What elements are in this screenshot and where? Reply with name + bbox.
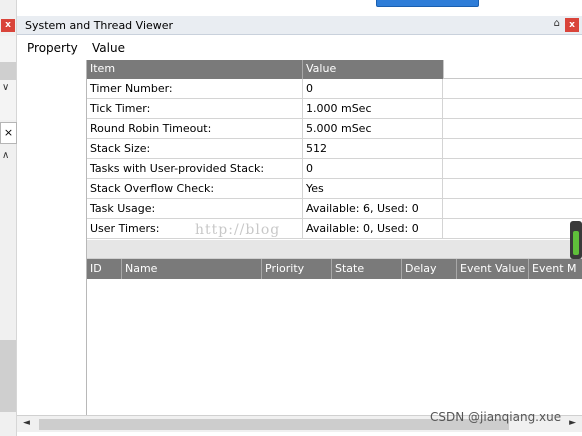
table-row[interactable]: Round Robin Timeout: 5.000 mSec — [87, 119, 582, 139]
tab-close-icon[interactable]: × — [0, 122, 17, 144]
row-item: Round Robin Timeout: — [87, 119, 303, 138]
row-value: 5.000 mSec — [303, 119, 443, 138]
level-indicator-fill — [573, 231, 579, 255]
level-indicator — [570, 221, 582, 259]
window-title: System and Thread Viewer — [25, 19, 174, 32]
row-item: Timer Number: — [87, 79, 303, 98]
row-item: User Timers: — [87, 219, 303, 238]
column-header-id[interactable]: ID — [87, 259, 122, 279]
task-grid-header: ID Name Priority State Delay Event Value… — [87, 259, 582, 279]
system-info-grid: Item Value Timer Number: 0 Tick Timer: 1… — [87, 60, 582, 239]
dock-tab[interactable] — [0, 62, 16, 80]
dock-scroll-thumb[interactable] — [0, 340, 16, 412]
table-row[interactable]: Tick Timer: 1.000 mSec — [87, 99, 582, 119]
column-header-event-mask[interactable]: Event M — [529, 259, 582, 279]
row-value: 512 — [303, 139, 443, 158]
task-grid-body — [87, 279, 582, 415]
scroll-left-icon[interactable]: ◄ — [23, 418, 30, 428]
column-header-value[interactable]: Value — [92, 41, 125, 55]
property-value-header: Property Value — [17, 36, 582, 60]
row-value: Available: 6, Used: 0 — [303, 199, 443, 218]
column-header-delay[interactable]: Delay — [402, 259, 457, 279]
grid-header: Item Value — [87, 60, 582, 79]
row-value: 0 — [303, 159, 443, 178]
row-value: 0 — [303, 79, 443, 98]
table-row[interactable]: Tasks with User-provided Stack: 0 — [87, 159, 582, 179]
scroll-right-icon[interactable]: ► — [569, 418, 576, 428]
grid-header-item[interactable]: Item — [87, 60, 303, 79]
table-row[interactable]: Timer Number: 0 — [87, 79, 582, 99]
property-column-area — [17, 60, 87, 416]
close-icon[interactable]: x — [1, 19, 15, 32]
row-item: Tick Timer: — [87, 99, 303, 118]
column-header-property[interactable]: Property — [27, 41, 78, 55]
column-header-name[interactable]: Name — [122, 259, 262, 279]
chevron-up-icon[interactable]: ∧ — [2, 150, 9, 161]
row-item: Stack Overflow Check: — [87, 179, 303, 198]
csdn-watermark: CSDN @jianqiang.xue — [430, 410, 562, 424]
left-dock-strip: x ∨ × ∧ — [0, 0, 17, 436]
row-item: Task Usage: — [87, 199, 303, 218]
chevron-down-icon[interactable]: ∨ — [2, 82, 9, 93]
table-row[interactable]: User Timers: Available: 0, Used: 0 — [87, 219, 582, 239]
toolbar-button[interactable] — [376, 0, 479, 7]
column-header-state[interactable]: State — [332, 259, 402, 279]
window-title-bar: System and Thread Viewer ⌂ x — [17, 16, 582, 35]
table-row[interactable]: Stack Overflow Check: Yes — [87, 179, 582, 199]
column-header-priority[interactable]: Priority — [262, 259, 332, 279]
table-row[interactable]: Task Usage: Available: 6, Used: 0 — [87, 199, 582, 219]
row-value: Available: 0, Used: 0 — [303, 219, 443, 238]
close-icon[interactable]: x — [565, 18, 579, 32]
table-row[interactable]: Stack Size: 512 — [87, 139, 582, 159]
row-item: Stack Size: — [87, 139, 303, 158]
grid-header-value[interactable]: Value — [303, 60, 443, 79]
grid-header-filler — [443, 60, 582, 79]
row-value: 1.000 mSec — [303, 99, 443, 118]
pin-icon[interactable]: ⌂ — [554, 18, 560, 29]
grid-separator — [87, 240, 582, 259]
column-header-event-value[interactable]: Event Value — [457, 259, 529, 279]
row-item: Tasks with User-provided Stack: — [87, 159, 303, 178]
row-value: Yes — [303, 179, 443, 198]
